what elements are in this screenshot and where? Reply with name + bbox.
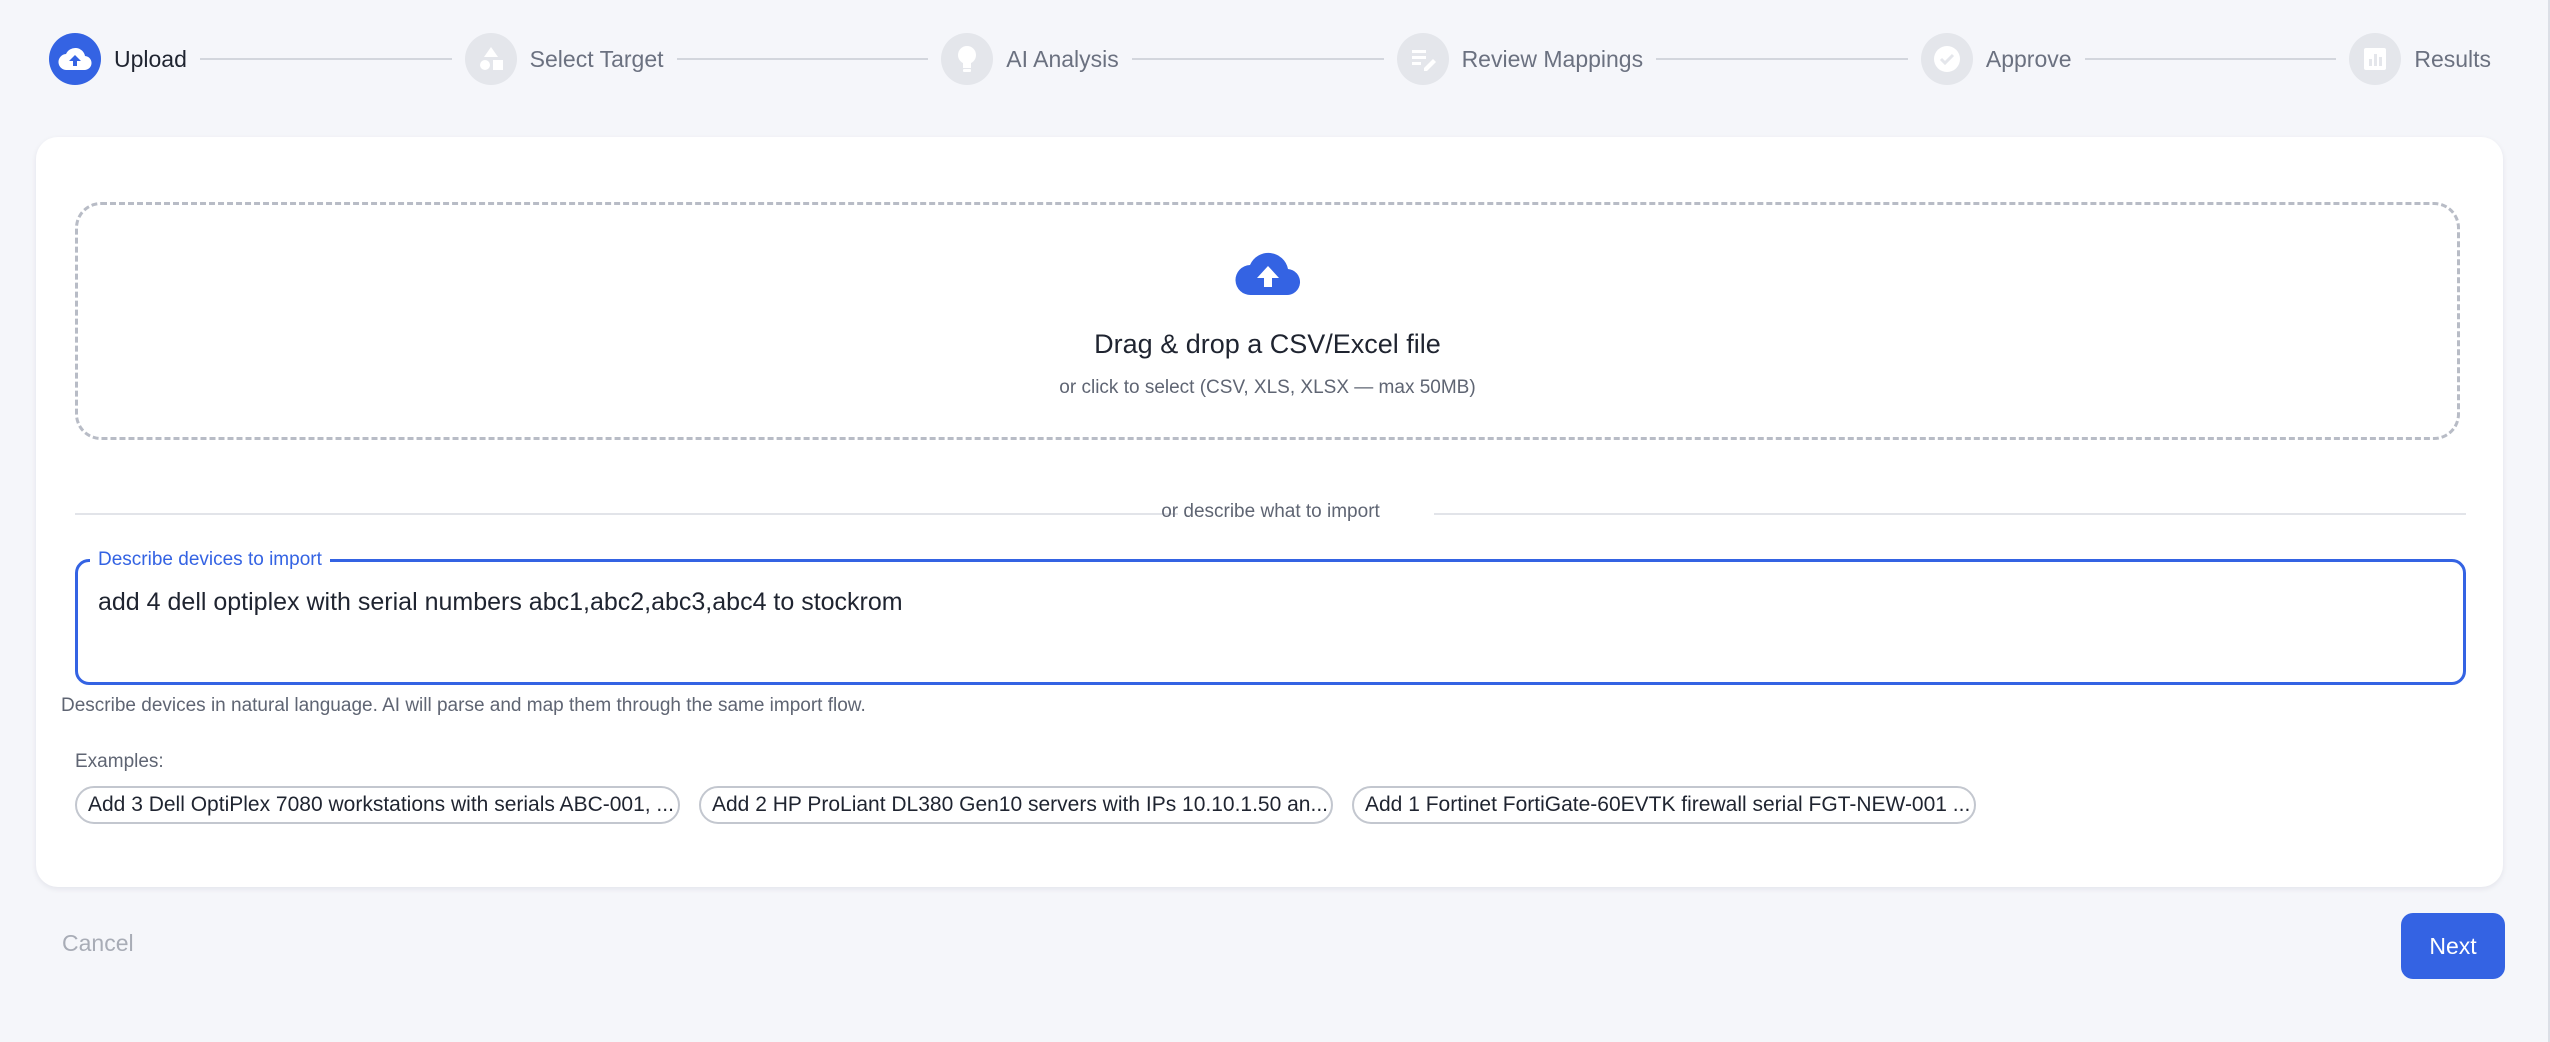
step-connector bbox=[676, 58, 929, 60]
divider-text: or describe what to import bbox=[1161, 501, 1380, 522]
step-label: Approve bbox=[1985, 45, 2072, 72]
edit-list-icon bbox=[1396, 33, 1449, 85]
step-label: Results bbox=[2414, 45, 2492, 72]
step-results[interactable]: Results bbox=[2349, 33, 2491, 85]
example-chip[interactable]: Add 3 Dell OptiPlex 7080 workstations wi… bbox=[75, 786, 680, 824]
example-chip[interactable]: Add 2 HP ProLiant DL380 Gen10 servers wi… bbox=[699, 786, 1333, 824]
step-label: Upload bbox=[114, 45, 187, 72]
shapes-icon bbox=[464, 33, 517, 85]
describe-devices-label: Describe devices to import bbox=[90, 549, 330, 571]
step-select-target[interactable]: Select Target bbox=[464, 33, 664, 85]
bar-chart-icon bbox=[2349, 33, 2402, 85]
step-label: AI Analysis bbox=[1006, 45, 1119, 72]
describe-devices-field[interactable]: Describe devices to import add 4 dell op… bbox=[75, 549, 2466, 685]
step-ai-analysis[interactable]: AI Analysis bbox=[941, 33, 1119, 85]
divider-line bbox=[1434, 513, 2466, 515]
example-chip[interactable]: Add 1 Fortinet FortiGate-60EVTK firewall… bbox=[1352, 786, 1976, 824]
examples-label: Examples: bbox=[75, 751, 164, 772]
dropzone-subtitle: or click to select (CSV, XLS, XLSX — max… bbox=[1059, 377, 1476, 398]
step-connector bbox=[199, 58, 452, 60]
describe-helper-text: Describe devices in natural language. AI… bbox=[61, 695, 866, 716]
lightbulb-icon bbox=[941, 33, 994, 85]
step-approve[interactable]: Approve bbox=[1920, 33, 2072, 85]
step-label: Review Mappings bbox=[1461, 45, 1644, 72]
import-card: Drag & drop a CSV/Excel file or click to… bbox=[36, 137, 2503, 887]
cloud-upload-icon bbox=[49, 33, 101, 85]
cancel-button[interactable]: Cancel bbox=[62, 930, 134, 957]
file-dropzone[interactable]: Drag & drop a CSV/Excel file or click to… bbox=[75, 202, 2460, 440]
step-label: Select Target bbox=[529, 45, 664, 72]
step-connector bbox=[2084, 58, 2337, 60]
check-circle-icon bbox=[1920, 33, 1973, 85]
next-button[interactable]: Next bbox=[2401, 913, 2505, 979]
step-connector bbox=[1656, 58, 1908, 60]
stepper: Upload Select Target AI Analysis Review … bbox=[49, 33, 2491, 85]
step-upload[interactable]: Upload bbox=[49, 33, 187, 85]
or-divider: or describe what to import bbox=[75, 499, 2466, 529]
describe-devices-input[interactable]: add 4 dell optiplex with serial numbers … bbox=[98, 588, 2443, 617]
step-connector bbox=[1131, 58, 1384, 60]
dropzone-title: Drag & drop a CSV/Excel file bbox=[1094, 329, 1441, 359]
step-review-mappings[interactable]: Review Mappings bbox=[1396, 33, 1644, 85]
cloud-upload-icon bbox=[1234, 251, 1301, 302]
